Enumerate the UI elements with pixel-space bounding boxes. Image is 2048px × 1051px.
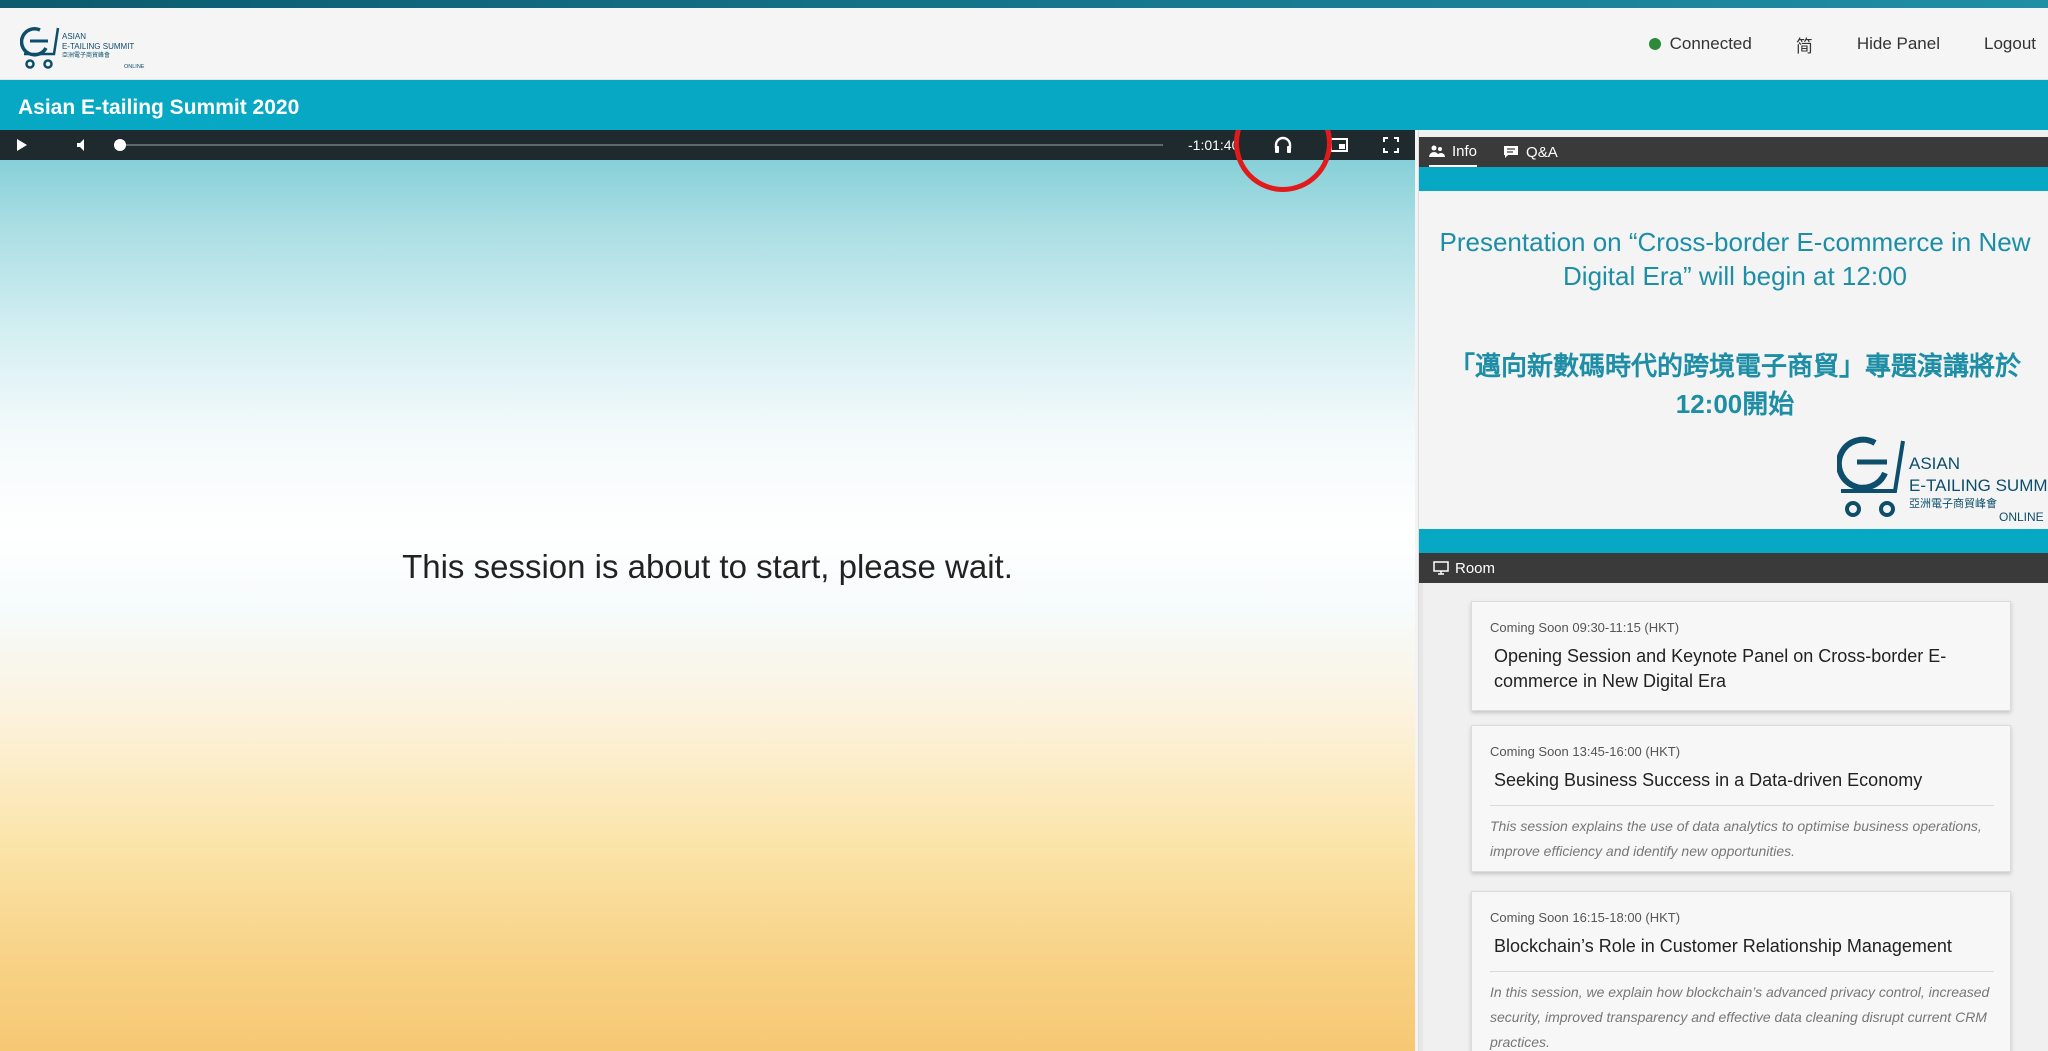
fullscreen-icon — [1383, 137, 1399, 153]
session-list: Coming Soon 09:30-11:15 (HKT) Opening Se… — [1419, 583, 2048, 1051]
room-label: Room — [1455, 559, 1496, 577]
status-dot-icon — [1648, 38, 1661, 50]
monitor-icon — [1433, 561, 1449, 575]
announcement-zh: 「邁向新數碼時代的跨境電子商貿」專題演講將於12:00開始 — [1448, 351, 2021, 419]
hide-panel-link[interactable]: Hide Panel — [1857, 34, 1940, 54]
announcement-en: Presentation on “Cross-border E-commerce… — [1439, 227, 2031, 291]
session-title: Blockchain’s Role in Customer Relationsh… — [1494, 936, 1952, 956]
connection-status: Connected — [1648, 34, 1752, 54]
session-description: In this session, we explain how blockcha… — [1490, 984, 1990, 1050]
session-divider — [1490, 971, 1994, 972]
tab-qa-label: Q&A — [1526, 143, 1558, 161]
logout-link[interactable]: Logout — [1984, 34, 2036, 54]
logo-large-line2: E-TAILING SUMMIT — [1909, 476, 2048, 495]
session-list-edge — [1419, 583, 1423, 1051]
event-title: Asian E-tailing Summit 2020 — [18, 96, 300, 119]
room-strip — [1419, 529, 2048, 553]
logo-large-line1: ASIAN — [1909, 454, 1960, 473]
headphones-icon — [1274, 136, 1292, 153]
summit-logo[interactable]: ASIAN E-TAILING SUMMIT 亞洲電子商貿峰會 ONLINE — [20, 24, 160, 72]
play-icon — [17, 139, 27, 151]
logo-large-line3: 亞洲電子商貿峰會 — [1909, 496, 1997, 510]
picture-in-picture-icon — [1330, 138, 1348, 152]
top-bar: ASIAN E-TAILING SUMMIT 亞洲電子商貿峰會 ONLINE C… — [0, 8, 2048, 80]
progress-track[interactable] — [118, 144, 1163, 146]
session-description: This session explains the use of data an… — [1490, 818, 1982, 859]
session-card[interactable]: Coming Soon 16:15-18:00 (HKT) Blockchain… — [1471, 891, 2011, 1051]
tab-info-label: Info — [1452, 142, 1478, 160]
event-title-bar: Asian E-tailing Summit 2020 — [0, 80, 2048, 130]
top-nav: Connected 简 Hide Panel Logout — [1648, 8, 2048, 80]
session-wait-message: This session is about to start, please w… — [402, 548, 1013, 585]
logo-large-line4: ONLINE — [1999, 510, 2044, 523]
logo-line2: E-TAILING SUMMIT — [62, 42, 134, 51]
picture-in-picture-button[interactable] — [1328, 130, 1350, 160]
session-card[interactable]: Coming Soon 09:30-11:15 (HKT) Opening Se… — [1471, 601, 2011, 711]
panel-tabs: Info Q&A — [1419, 137, 2048, 167]
session-divider — [1490, 805, 1994, 806]
tab-info[interactable]: Info — [1429, 137, 1478, 167]
logo-line3: 亞洲電子商貿峰會 — [62, 51, 110, 59]
fullscreen-button[interactable] — [1380, 130, 1402, 160]
people-icon — [1429, 145, 1445, 157]
play-button[interactable] — [12, 130, 32, 160]
side-panel: Info Q&A Presentation on “Cross-border E… — [1418, 130, 2048, 1051]
audio-only-button[interactable] — [1270, 130, 1296, 160]
language-toggle[interactable]: 简 — [1796, 32, 1813, 57]
info-box: Presentation on “Cross-border E-commerce… — [1419, 191, 2048, 529]
tab-qa[interactable]: Q&A — [1503, 137, 1558, 167]
volume-icon — [77, 139, 84, 151]
logo-line4: ONLINE — [124, 64, 145, 70]
player-controls: -1:01:40 — [0, 130, 1415, 160]
session-title: Seeking Business Success in a Data-drive… — [1494, 770, 1923, 790]
session-card[interactable]: Coming Soon 13:45-16:00 (HKT) Seeking Bu… — [1471, 725, 2011, 872]
top-stripe — [0, 0, 2048, 8]
logo-line1: ASIAN — [62, 32, 86, 41]
progress-handle[interactable] — [114, 139, 126, 151]
info-strip — [1419, 167, 2048, 191]
session-meta: Coming Soon 13:45-16:00 (HKT) — [1490, 744, 1681, 759]
mute-button[interactable] — [72, 130, 92, 160]
session-meta: Coming Soon 16:15-18:00 (HKT) — [1490, 910, 1681, 925]
video-player[interactable]: -1:01:40 This session is about to start,… — [0, 130, 1415, 1051]
summit-logo-large: ASIAN E-TAILING SUMMIT 亞洲電子商貿峰會 ONLINE — [1837, 436, 2048, 523]
connection-status-label: Connected — [1669, 34, 1752, 53]
session-title: Opening Session and Keynote Panel on Cro… — [1494, 646, 1947, 691]
session-meta: Coming Soon 09:30-11:15 (HKT) — [1490, 620, 1680, 635]
room-header: Room — [1419, 553, 2048, 583]
chat-icon — [1504, 146, 1519, 158]
time-remaining: -1:01:40 — [1188, 137, 1240, 153]
